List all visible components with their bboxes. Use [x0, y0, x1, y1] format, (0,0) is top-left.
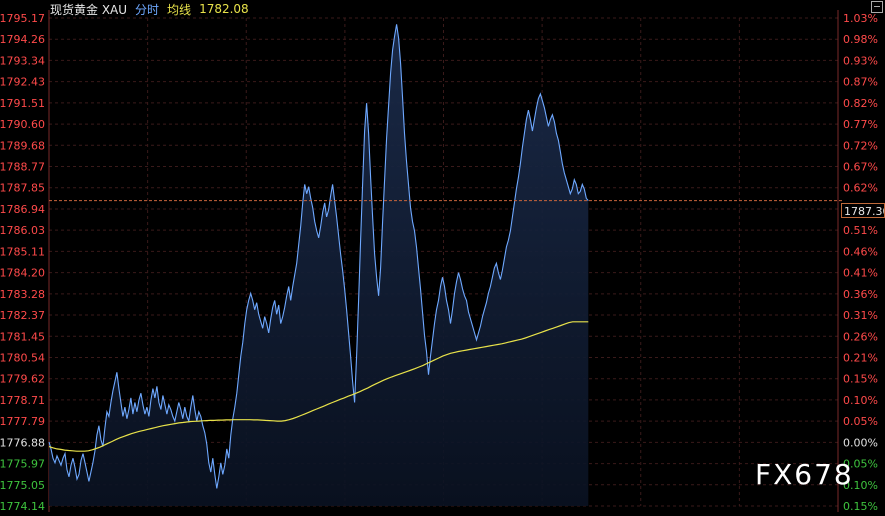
right-tick-label: 0.36% — [843, 288, 878, 301]
right-tick-label: 0.15% — [843, 500, 878, 512]
chart-header: 现货黄金 XAU 分时 均线 1782.08 — [50, 1, 249, 17]
left-tick-label: 1794.26 — [0, 33, 45, 46]
right-tick-label: 1.03% — [843, 12, 878, 25]
right-tick-label: 0.98% — [843, 33, 878, 46]
left-tick-label: 1790.60 — [0, 118, 45, 131]
left-tick-label: 1787.85 — [0, 182, 45, 195]
right-tick-label: 0.21% — [843, 351, 878, 364]
left-tick-label: 1779.62 — [0, 373, 45, 386]
chart: 1795.17 1794.26 1793.34 1792.43 1791.51 1790.… — [0, 0, 885, 513]
left-tick-label: 1774.14 — [0, 500, 45, 512]
right-tick-label: 0.15% — [843, 373, 878, 386]
period-label[interactable]: 分时 — [135, 1, 159, 18]
right-tick-label: 0.62% — [843, 182, 878, 195]
minimize-icon[interactable] — [871, 1, 883, 13]
right-tick-label: 0.10% — [843, 394, 878, 407]
instrument-name: 现货黄金 XAU — [50, 2, 128, 17]
left-tick-label: 1791.51 — [0, 97, 45, 110]
right-tick-label: 0.00% — [843, 436, 878, 449]
right-tick-label: 0.67% — [843, 161, 878, 174]
left-tick-label: 1776.88 — [0, 436, 45, 449]
right-tick-label: 0.82% — [843, 97, 878, 110]
left-tick-label: 1793.34 — [0, 54, 45, 67]
right-tick-label: 0.46% — [843, 245, 878, 258]
left-tick-label: 1792.43 — [0, 76, 45, 89]
left-tick-label: 1786.03 — [0, 224, 45, 237]
left-tick-label: 1786.94 — [0, 203, 45, 216]
avg-line-label: 均线 — [167, 2, 192, 17]
right-tick-label: 0.31% — [843, 309, 878, 322]
left-tick-label: 1777.79 — [0, 415, 45, 428]
left-tick-label: 1781.45 — [0, 330, 45, 343]
right-tick-label: 0.87% — [843, 76, 878, 89]
left-tick-label: 1782.37 — [0, 309, 45, 322]
right-tick-label: 0.77% — [843, 118, 878, 131]
right-tick-label: 0.41% — [843, 267, 878, 280]
left-tick-label: 1795.17 — [0, 12, 45, 25]
left-tick-label: 1785.11 — [0, 245, 45, 258]
right-tick-label: 0.93% — [843, 54, 878, 67]
chart-svg: 1795.17 1794.26 1793.34 1792.43 1791.51 1790.… — [0, 10, 878, 513]
left-tick-label: 1788.77 — [0, 161, 45, 174]
watermark-logo: FX678 — [755, 458, 854, 491]
last-price-tag: 1787.30 — [841, 203, 885, 218]
right-tick-label: 0.05% — [843, 415, 878, 428]
left-tick-label: 1789.68 — [0, 139, 45, 152]
right-tick-label: 0.51% — [843, 224, 878, 237]
avg-line-value: 1782.08 — [199, 2, 249, 16]
right-percent-axis: 1.03% 0.98% 0.93% 0.87% 0.82% 0.77% 0.72% 0.67%… — [843, 12, 878, 513]
right-tick-label: 0.72% — [843, 139, 878, 152]
left-tick-label: 1775.97 — [0, 458, 45, 471]
right-tick-label: 0.26% — [843, 330, 878, 343]
left-tick-label: 1784.20 — [0, 267, 45, 280]
left-price-axis: 1795.17 1794.26 1793.34 1792.43 1791.51 1790.… — [0, 12, 45, 513]
left-tick-label: 1778.71 — [0, 394, 45, 407]
left-tick-label: 1775.05 — [0, 479, 45, 492]
left-tick-label: 1780.54 — [0, 351, 45, 364]
left-tick-label: 1783.28 — [0, 288, 45, 301]
